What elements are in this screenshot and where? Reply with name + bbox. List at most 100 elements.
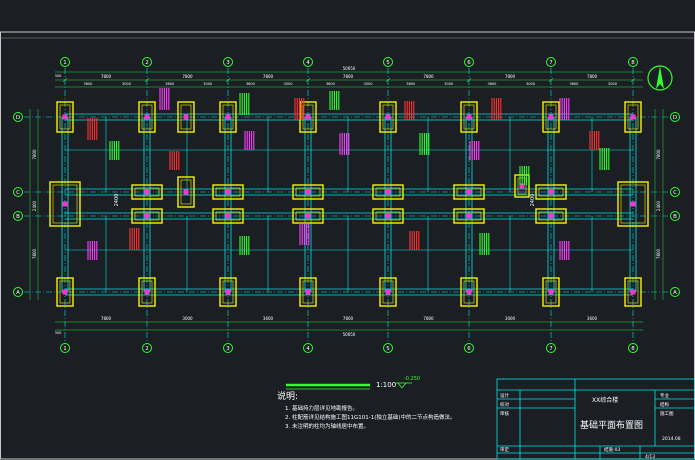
dim-sub-top: 3600 — [406, 82, 415, 86]
dim-sub-top: 3000 — [444, 82, 453, 86]
column-icon — [62, 114, 68, 120]
title-row-4: 审定 — [500, 446, 509, 453]
dim-sub-top: 3000 — [284, 82, 293, 86]
axis-label-5: 5 — [386, 346, 390, 352]
notes-title: 说明: — [277, 390, 298, 402]
column-icon — [225, 114, 231, 120]
title-major-value: 结构 — [660, 401, 669, 408]
column-icon — [144, 114, 150, 120]
title-page: 4/13 — [645, 454, 655, 460]
center-dim-label: 2400 — [114, 194, 120, 207]
column-icon — [548, 189, 554, 195]
dim-bay-top: 7800 — [423, 74, 434, 79]
column-icon — [385, 189, 391, 195]
scale-bar: 1:100 -0.250 — [286, 376, 420, 390]
axis-label-7: 7 — [549, 346, 553, 352]
project-name: XX综合楼 — [592, 396, 618, 404]
scale-text: 1:100 — [376, 381, 396, 389]
axis-label-8: 8 — [631, 60, 635, 66]
note-1: 1. 基础持力层详见地勘报告。 — [285, 404, 358, 412]
axis-label-D: D — [673, 115, 677, 121]
column-icon — [62, 289, 68, 295]
column-icon — [225, 213, 231, 219]
dim-side-right: 7800 — [656, 149, 661, 160]
column-icon — [630, 201, 636, 207]
title-row-2: 校对 — [500, 401, 509, 408]
sheet-border — [0, 31, 695, 460]
dim-sub-top: 3000 — [122, 82, 131, 86]
dim-sub-top: 3600 — [165, 82, 174, 86]
dim-sub-top: 3600 — [246, 82, 255, 86]
dim-sub-top: 3000 — [526, 82, 535, 86]
title-date: 2014.08 — [662, 436, 681, 442]
axis-label-1: 1 — [63, 346, 67, 352]
column-icon — [225, 189, 231, 195]
axis-label-2: 2 — [145, 346, 149, 352]
axis-label-B: B — [16, 214, 20, 220]
column-icon — [144, 289, 150, 295]
column-icon — [630, 114, 636, 120]
dim-sub-top: 3000 — [364, 82, 373, 86]
column-icon — [305, 114, 311, 120]
dim-side-right: 7800 — [656, 248, 661, 259]
dim-bay-top: 7800 — [343, 74, 354, 79]
dim-side-left: 7800 — [32, 248, 37, 259]
axis-label-C: C — [673, 190, 677, 196]
drawing-canvas: 1 1 2 2 3 3 4 4 5 5 6 6 7 7 8 8 D D C C B B A A 50650 7800 3600 300… — [0, 0, 695, 460]
dim-bay-top: 7800 — [101, 74, 112, 79]
column-icon — [548, 289, 554, 295]
dim-sub-top: 3600 — [569, 82, 578, 86]
column-icon — [183, 189, 189, 195]
dim-bay-bottom: 7800 — [343, 316, 354, 321]
dim-bay-bottom: 3600 — [587, 316, 598, 321]
dim-end-top: 300 — [55, 74, 62, 78]
column-icon — [630, 289, 636, 295]
dim-bay-bottom: 7800 — [423, 316, 434, 321]
axis-label-6: 6 — [467, 346, 471, 352]
column-icon — [183, 114, 189, 120]
column-icon — [144, 213, 150, 219]
column-icon — [466, 114, 472, 120]
dim-bay-top: 7800 — [263, 74, 274, 79]
dim-bay-top: 7800 — [587, 74, 598, 79]
title-sheet: 结施-03 — [604, 446, 620, 453]
column-icon — [385, 289, 391, 295]
note-3: 3. 未注明的柱均为轴线居中布置。 — [285, 422, 369, 430]
axis-label-3: 3 — [226, 346, 230, 352]
axis-label-3: 3 — [226, 60, 230, 66]
dim-bay-top: 7800 — [505, 74, 516, 79]
axis-label-4: 4 — [306, 60, 310, 66]
title-row-3: 审核 — [500, 410, 509, 417]
dim-sub-top: 3000 — [608, 82, 617, 86]
foundation-plan: 1 1 2 2 3 3 4 4 5 5 6 6 7 7 8 8 D D C C B B A A 50650 7800 3600 300… — [0, 31, 695, 460]
notes-block: 说明: 1. 基础持力层详见地勘报告。 2. 柱配筋详见结构施工图11G101-… — [277, 390, 456, 430]
axis-label-7: 7 — [549, 60, 553, 66]
dim-bay-bottom: 3000 — [182, 316, 193, 321]
column-icon — [144, 189, 150, 195]
dim-side-left: 2400 — [32, 200, 37, 211]
axis-label-8: 8 — [631, 346, 635, 352]
column-icon — [385, 213, 391, 219]
center-dim-label: 2400 — [530, 194, 536, 207]
drawing-title: 基础平面布置图 — [580, 419, 643, 431]
dim-total-bottom: 50650 — [343, 332, 356, 337]
axis-label-A: A — [16, 290, 20, 296]
dim-end-bottom: 300 — [55, 331, 62, 335]
dim-side-right: 2400 — [656, 200, 661, 211]
title-stage: 施工图 — [660, 410, 674, 417]
north-arrow-icon — [647, 65, 673, 91]
column-icon — [385, 114, 391, 120]
column-icon — [548, 114, 554, 120]
dim-bay-top: 7800 — [182, 74, 193, 79]
axis-label-B: B — [673, 214, 677, 220]
axis-label-5: 5 — [386, 60, 390, 66]
dim-bay-bottom: 3600 — [263, 316, 274, 321]
axis-label-A: A — [673, 290, 677, 296]
dim-bay-bottom: 3000 — [505, 316, 516, 321]
plan-drawing: 1 1 2 2 3 3 4 4 5 5 6 6 7 7 8 8 D D C C B B A A 50650 7800 3600 300… — [13, 57, 680, 353]
axis-label-D: D — [16, 115, 20, 121]
dim-bay-bottom: 7800 — [101, 316, 112, 321]
column-icon — [466, 289, 472, 295]
axis-label-2: 2 — [145, 60, 149, 66]
column-icon — [548, 213, 554, 219]
